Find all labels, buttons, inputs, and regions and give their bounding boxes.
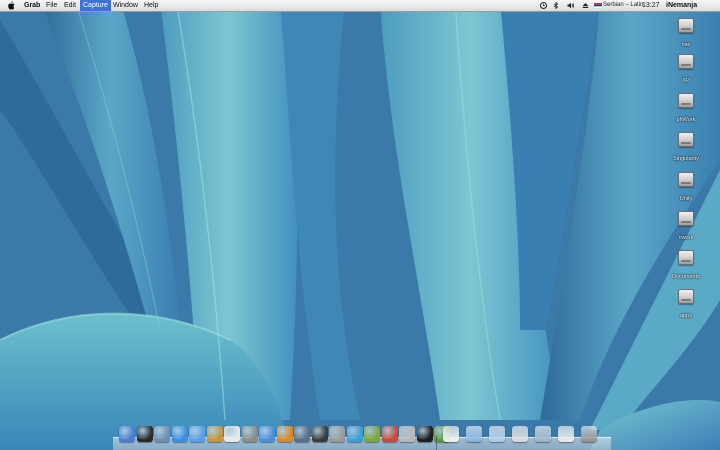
desktop-icon-label: Unity xyxy=(679,196,693,202)
photo-booth-icon[interactable] xyxy=(241,426,258,442)
hard-drive-icon xyxy=(678,172,694,187)
ichat-icon[interactable] xyxy=(189,426,205,442)
ical-icon[interactable] xyxy=(224,426,240,442)
desktop-icon-singularity[interactable]: Singularity xyxy=(666,132,706,165)
desktop-icon-label: nse xyxy=(681,42,691,48)
screenshots-stack-icon[interactable] xyxy=(535,426,551,442)
desktop-icon-xp[interactable]: XP xyxy=(666,54,706,87)
desktop-icon-label: XP xyxy=(682,78,690,84)
desktop-icon-label: apps xyxy=(680,313,692,319)
hard-drive-icon xyxy=(678,211,694,226)
joystick-icon[interactable] xyxy=(381,426,398,442)
downloads-stack-icon[interactable] xyxy=(489,426,505,442)
time-machine-icon[interactable] xyxy=(311,426,328,442)
apple-menu-icon[interactable] xyxy=(7,0,15,11)
dock-separator xyxy=(436,436,437,450)
dashboard-icon[interactable] xyxy=(136,426,153,442)
finder-icon[interactable] xyxy=(119,426,135,442)
folder-stack-icon[interactable] xyxy=(466,426,482,442)
desktop-icon-label: Documents xyxy=(672,274,700,280)
menu-capture[interactable]: Capture xyxy=(80,0,111,11)
grab-icon[interactable] xyxy=(399,426,415,442)
safari-icon[interactable] xyxy=(171,426,188,442)
document-stack-icon[interactable] xyxy=(443,426,459,442)
menu-help[interactable]: Help xyxy=(141,0,161,11)
menu-bar: Grab File Edit Capture Window Help Serbi… xyxy=(0,0,720,12)
terminal-icon[interactable] xyxy=(416,426,433,442)
hard-drive-icon xyxy=(678,289,694,304)
menu-window[interactable]: Window xyxy=(110,0,141,11)
system-preferences-icon[interactable] xyxy=(329,426,345,442)
spaces-icon[interactable] xyxy=(294,426,310,442)
hard-drive-icon xyxy=(678,18,694,33)
menu-clock[interactable]: 13:27 xyxy=(642,0,660,11)
desktop-icon-phwork[interactable]: phWork xyxy=(666,93,706,126)
desktop-icon-label: nwork xyxy=(678,235,694,241)
iphoto-icon[interactable] xyxy=(276,426,293,442)
eject-icon[interactable] xyxy=(582,0,589,11)
wallpaper-agave-leaves xyxy=(0,0,720,450)
file-stack-icon[interactable] xyxy=(558,426,574,442)
hard-drive-icon xyxy=(678,93,694,108)
hard-drive-icon xyxy=(678,250,694,265)
desktop-icon-documents[interactable]: Documents xyxy=(666,250,706,283)
menu-edit[interactable]: Edit xyxy=(61,0,79,11)
time-machine-status-icon[interactable] xyxy=(540,0,547,11)
window-stack-icon[interactable] xyxy=(512,426,528,442)
hard-drive-icon xyxy=(678,132,694,147)
network-icon[interactable] xyxy=(346,426,363,442)
address-book-icon[interactable] xyxy=(206,426,223,442)
volume-icon[interactable] xyxy=(567,0,575,11)
dock xyxy=(113,424,611,450)
desktop-icon-label: phWork xyxy=(676,117,696,123)
preview-icon[interactable] xyxy=(154,426,170,442)
bluetooth-icon[interactable] xyxy=(553,0,559,11)
input-source-label[interactable]: Serbian – Latin xyxy=(603,0,643,11)
hard-drive-icon xyxy=(678,54,694,69)
app-menu-grab[interactable]: Grab xyxy=(21,0,43,11)
serbian-flag-icon xyxy=(594,0,602,11)
desktop-icon-nse[interactable]: nse xyxy=(666,18,706,51)
desktop-icon-apps[interactable]: apps xyxy=(666,289,706,322)
menu-file[interactable]: File xyxy=(43,0,60,11)
user-menu[interactable]: iNemanja xyxy=(666,0,697,11)
desktop-icon-nwork[interactable]: nwork xyxy=(666,211,706,244)
itunes-icon[interactable] xyxy=(259,426,275,442)
android-icon[interactable] xyxy=(364,426,380,442)
trash-icon[interactable] xyxy=(581,426,597,442)
desktop-icon-unity[interactable]: Unity xyxy=(666,172,706,205)
desktop-icon-label: Singularity xyxy=(673,156,699,162)
desktop: Grab File Edit Capture Window Help Serbi… xyxy=(0,0,720,450)
